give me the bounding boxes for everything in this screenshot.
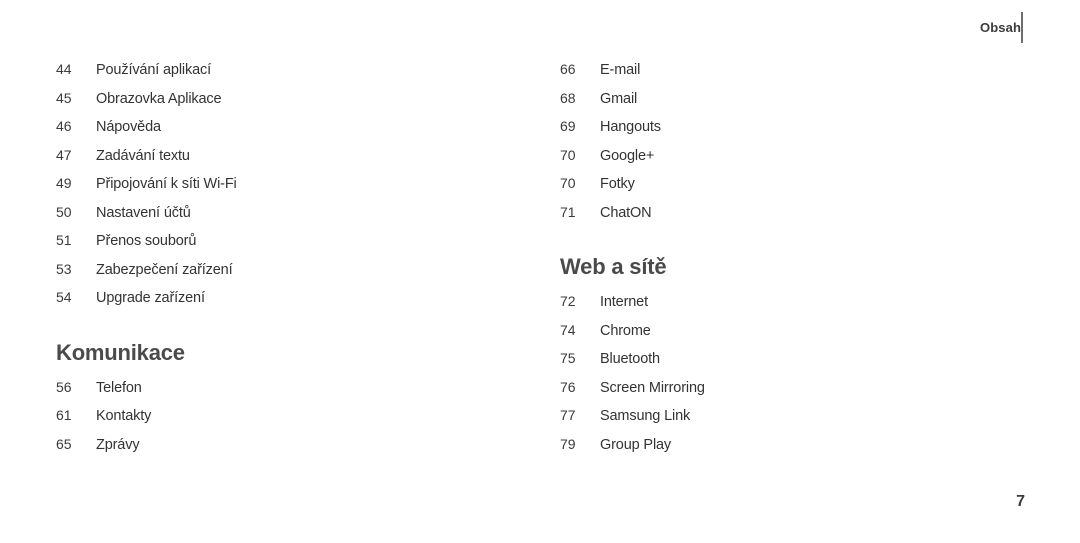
toc-entry[interactable]: 75 Bluetooth: [560, 351, 990, 380]
toc-entry-label: ChatON: [600, 204, 652, 221]
toc-entry-page-number: 75: [560, 350, 576, 366]
toc-entry-label: Přenos souborů: [96, 233, 197, 249]
toc-entry-label: Nápověda: [96, 119, 161, 135]
toc-entry-page-number: 65: [56, 435, 72, 452]
toc-entry[interactable]: 54 Upgrade zařízení: [56, 290, 486, 319]
toc-entry-page-number: 70: [560, 175, 576, 191]
toc-entry[interactable]: 76 Screen Mirroring: [560, 380, 990, 409]
toc-entry-page-number: 77: [560, 407, 576, 423]
toc-entry-page-number: 44: [56, 61, 72, 77]
toc-entry[interactable]: 50 Nastavení účtů: [56, 205, 486, 234]
toc-entry[interactable]: 77 Samsung Link: [560, 408, 990, 437]
toc-entry-page-number: 51: [56, 232, 72, 248]
toc-entry[interactable]: 46 Nápověda: [56, 119, 486, 148]
toc-entry[interactable]: 69 Hangouts: [560, 119, 990, 148]
toc-entry-label: Nastavení účtů: [96, 204, 191, 221]
toc-entry-label: Zadávání textu: [96, 147, 190, 164]
toc-entry-label: Kontakty: [96, 408, 152, 424]
toc-section-heading: Komunikace: [56, 339, 185, 365]
toc-entry-label: E-mail: [600, 62, 641, 78]
toc-entry-page-number: 46: [56, 118, 72, 134]
toc-entry-label: Obrazovka Aplikace: [96, 90, 222, 107]
toc-entry[interactable]: 49 Připojování k síti Wi-Fi: [56, 176, 486, 205]
toc-entry[interactable]: 70 Fotky: [560, 176, 990, 205]
toc-entry[interactable]: 74 Chrome: [560, 323, 990, 352]
toc-entry-page-number: 70: [560, 146, 576, 163]
toc-entry-page-number: 45: [56, 89, 72, 106]
toc-section-heading: Web a sítě: [560, 254, 667, 279]
toc-entry[interactable]: 66 E-mail: [560, 62, 990, 91]
right-column: 66 E-mail 68 Gmail 69 Hangouts 70 Google+ 70 Fotk…: [560, 62, 990, 465]
toc-entry-page-number: 74: [560, 321, 576, 338]
toc-entry-page-number: 68: [560, 89, 576, 106]
toc-entry-label: Google+: [600, 147, 655, 164]
toc-entry-label: Group Play: [600, 436, 672, 453]
toc-entry-label: Telefon: [96, 379, 142, 396]
toc-entry-label: Hangouts: [600, 119, 661, 135]
toc-entry-page-number: 79: [560, 435, 576, 452]
toc-entry[interactable]: 51 Přenos souborů: [56, 233, 486, 262]
toc-entry-page-number: 53: [56, 260, 72, 277]
toc-entry[interactable]: 79 Group Play: [560, 437, 990, 466]
toc-entry-page-number: 56: [56, 378, 72, 395]
toc-entry-label: Chrome: [600, 322, 651, 339]
toc-entry[interactable]: 68 Gmail: [560, 91, 990, 120]
toc-entry-page-number: 47: [56, 146, 72, 163]
toc-entry-label: Samsung Link: [600, 408, 691, 424]
toc-entry-label: Zprávy: [96, 436, 140, 453]
toc-entry-label: Fotky: [600, 176, 635, 192]
toc-entry-page-number: 49: [56, 175, 72, 191]
left-column: 44 Používání aplikací 45 Obrazovka Aplikace…: [56, 62, 486, 465]
toc-entry[interactable]: 65 Zprávy: [56, 437, 486, 466]
toc-entry-label: Zabezpečení zařízení: [96, 261, 233, 278]
toc-entry-page-number: 72: [560, 293, 576, 309]
toc-entry[interactable]: 45 Obrazovka Aplikace: [56, 91, 486, 120]
toc-entry-page-number: 71: [560, 203, 576, 220]
table-of-contents: 44 Používání aplikací 45 Obrazovka Aplikace…: [0, 0, 1080, 543]
toc-entry-label: Bluetooth: [600, 351, 660, 367]
toc-entry-label: Připojování k síti Wi-Fi: [96, 176, 237, 192]
toc-entry[interactable]: 70 Google+: [560, 148, 990, 177]
toc-entry[interactable]: 61 Kontakty: [56, 408, 486, 437]
toc-entry-page-number: 69: [560, 118, 576, 134]
toc-entry-page-number: 76: [560, 378, 576, 395]
page-number: 7: [1016, 493, 1025, 510]
toc-entry-page-number: 61: [56, 407, 72, 423]
toc-entry-label: Používání aplikací: [96, 62, 211, 78]
toc-entry[interactable]: 56 Telefon: [56, 380, 486, 409]
toc-entry[interactable]: 72 Internet: [560, 294, 990, 323]
toc-entry[interactable]: 44 Používání aplikací: [56, 62, 486, 91]
toc-entry-page-number: 66: [560, 61, 576, 77]
toc-entry-label: Upgrade zařízení: [96, 290, 205, 306]
toc-entry-label: Gmail: [600, 90, 638, 107]
toc-entry[interactable]: 71 ChatON: [560, 205, 990, 234]
toc-entry-label: Screen Mirroring: [600, 379, 705, 396]
toc-entry[interactable]: 53 Zabezpečení zařízení: [56, 262, 486, 291]
toc-entry-page-number: 50: [56, 203, 72, 220]
toc-entry-page-number: 54: [56, 289, 72, 305]
toc-entry-label: Internet: [600, 294, 648, 310]
toc-entry[interactable]: 47 Zadávání textu: [56, 148, 486, 177]
